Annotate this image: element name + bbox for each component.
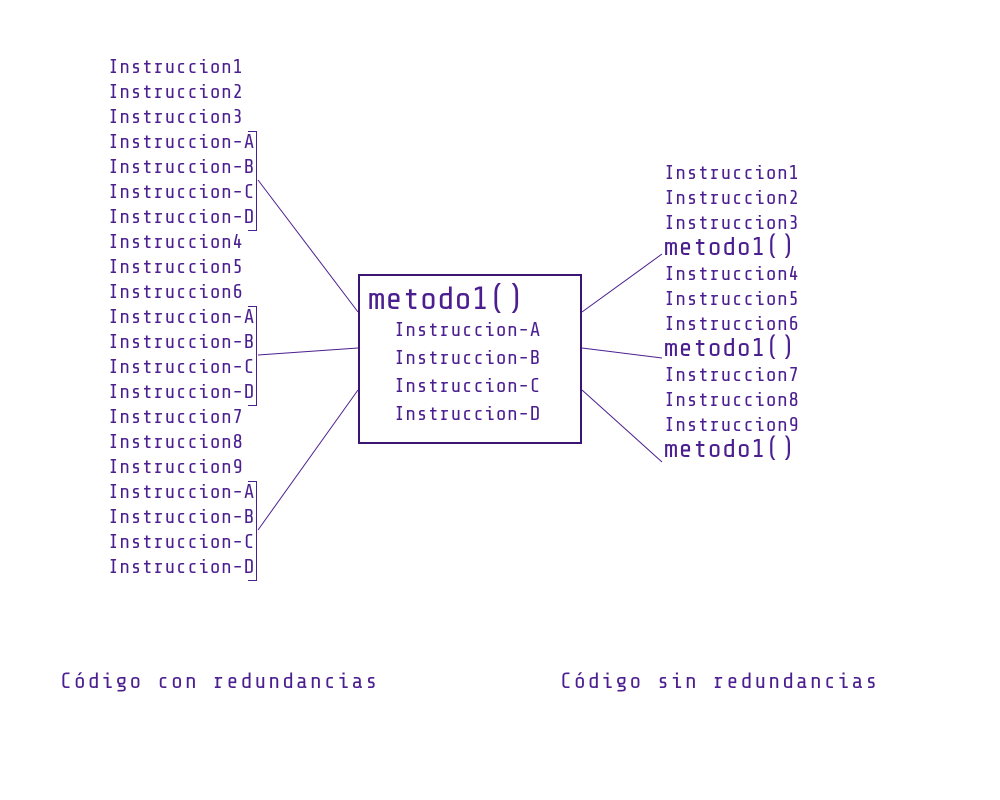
code-line: Instruccion2 [664,185,800,210]
right-code-column: Instruccion1Instruccion2Instruccion3meto… [664,160,800,463]
code-line: Instruccion9 [664,412,800,437]
code-line: Instruccion-C [108,354,255,379]
method-call: metodo1() [664,336,800,362]
method-box: metodo1() Instruccion-AInstruccion-BInst… [358,274,582,444]
method-call: metodo1() [664,235,800,261]
code-line: Instruccion8 [664,387,800,412]
code-line: Instruccion-D [108,554,255,579]
code-line: Instruccion3 [108,104,255,129]
code-line: Instruccion-D [108,204,255,229]
code-line: Instruccion5 [664,286,800,311]
code-line: Instruccion6 [664,311,800,336]
bracket-icon [248,131,257,231]
left-caption: Código con redundancias [60,670,379,694]
right-caption: Código sin redundancias [560,670,879,694]
code-line: Instruccion8 [108,429,255,454]
code-line: Instruccion7 [108,404,255,429]
method-call: metodo1() [664,437,800,463]
bracket-icon [248,481,257,581]
code-line: Instruccion9 [108,454,255,479]
code-line: Instruccion-D [108,379,255,404]
code-line: Instruccion6 [108,279,255,304]
diagram-stage: Instruccion1Instruccion2Instruccion3Inst… [0,0,1000,800]
code-line: Instruccion4 [108,229,255,254]
method-body: Instruccion-AInstruccion-BInstruccion-CI… [368,316,566,428]
code-line: Instruccion2 [108,79,255,104]
code-line: Instruccion-B [108,504,255,529]
code-line: Instruccion-A [108,129,255,154]
code-line: Instruccion1 [108,54,255,79]
code-line: Instruccion-B [108,329,255,354]
code-line: Instruccion5 [108,254,255,279]
code-line: Instruccion3 [664,210,800,235]
code-line: Instruccion1 [664,160,800,185]
method-body-line: Instruccion-B [368,344,566,372]
code-line: Instruccion-C [108,529,255,554]
left-code-column: Instruccion1Instruccion2Instruccion3Inst… [108,54,255,579]
method-body-line: Instruccion-D [368,400,566,428]
code-line: Instruccion-B [108,154,255,179]
code-line: Instruccion-A [108,479,255,504]
method-body-line: Instruccion-A [368,316,566,344]
method-title: metodo1() [368,282,566,316]
code-line: Instruccion7 [664,362,800,387]
code-line: Instruccion-C [108,179,255,204]
code-line: Instruccion-A [108,304,255,329]
method-body-line: Instruccion-C [368,372,566,400]
bracket-icon [248,306,257,406]
code-line: Instruccion4 [664,261,800,286]
